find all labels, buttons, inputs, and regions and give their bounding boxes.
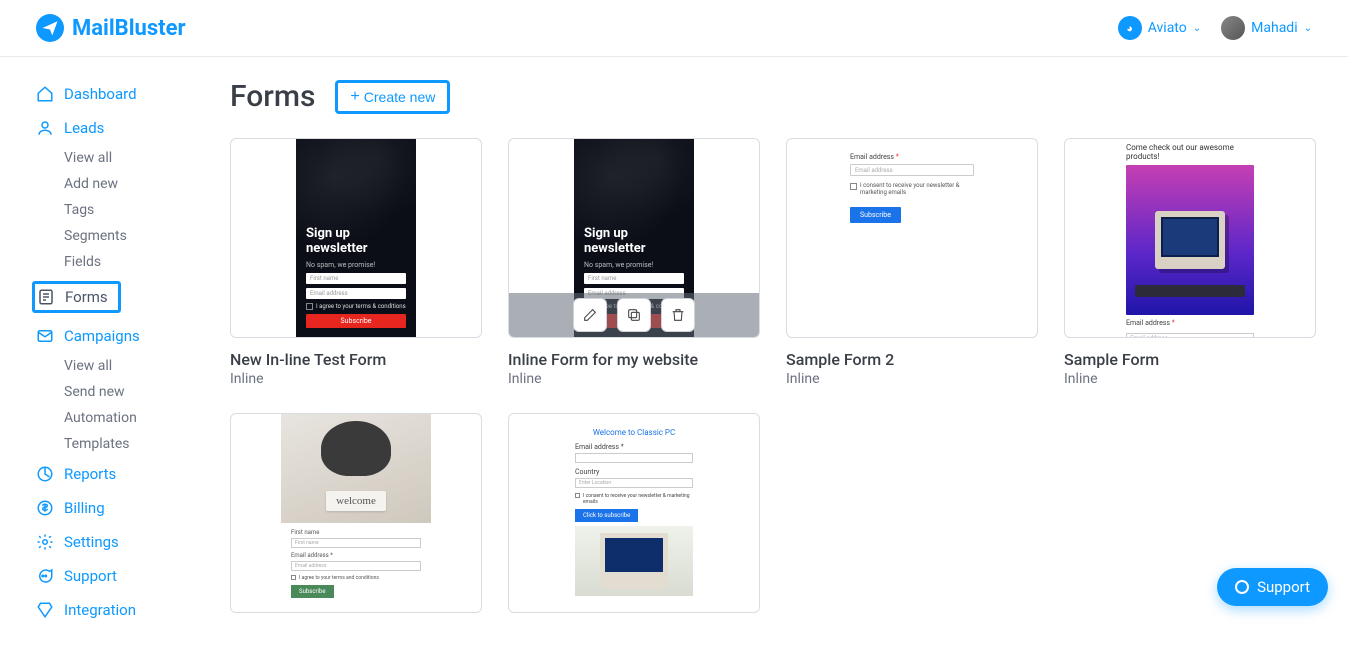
user-menu[interactable]: Mahadi ⌄ (1221, 16, 1312, 40)
sidebar-sub-camp-templates[interactable]: Templates (36, 431, 200, 457)
sidebar: Dashboard Leads View all Add new Tags Se… (0, 57, 200, 647)
form-title: Sample Form 2 (786, 350, 1038, 369)
sidebar-item-reports[interactable]: Reports (36, 457, 200, 491)
diamond-icon (36, 601, 54, 619)
brand-logo[interactable]: MailBluster (36, 14, 186, 42)
form-card: Come check out our awesome products! Ema… (1064, 138, 1316, 387)
avatar (1221, 16, 1245, 40)
chevron-down-icon: ⌄ (1304, 23, 1312, 34)
main-content: Forms + Create new Sign up newsletter No… (200, 57, 1348, 647)
sidebar-item-integration[interactable]: Integration (36, 593, 200, 627)
sidebar-sub-camp-view-all[interactable]: View all (36, 353, 200, 379)
form-thumbnail[interactable]: Email address * Email address I consent … (786, 138, 1038, 338)
copy-icon (626, 307, 642, 323)
paper-plane-icon (36, 14, 64, 42)
form-type: Inline (1064, 371, 1316, 387)
user-icon (36, 119, 54, 137)
sidebar-item-forms-highlight: Forms (32, 281, 121, 313)
sidebar-item-forms[interactable]: Forms (37, 288, 108, 306)
sidebar-sub-leads-tags[interactable]: Tags (36, 197, 200, 223)
sidebar-sub-leads-fields[interactable]: Fields (36, 249, 200, 275)
form-hover-actions (509, 293, 759, 337)
form-thumbnail[interactable]: Sign up newsletter No spam, we promise! … (230, 138, 482, 338)
chart-icon (36, 465, 54, 483)
chat-icon (36, 567, 54, 585)
form-card: Sign up newsletter No spam, we promise! … (508, 138, 760, 387)
sidebar-item-campaigns[interactable]: Campaigns (36, 319, 200, 353)
form-card: welcome First name First name Email addr… (230, 413, 482, 613)
form-card: Sign up newsletter No spam, we promise! … (230, 138, 482, 387)
sidebar-sub-camp-automation[interactable]: Automation (36, 405, 200, 431)
home-icon (36, 85, 54, 103)
duplicate-button[interactable] (617, 298, 651, 332)
form-card: Email address * Email address I consent … (786, 138, 1038, 387)
sidebar-item-settings[interactable]: Settings (36, 525, 200, 559)
edit-button[interactable] (573, 298, 607, 332)
form-type: Inline (786, 371, 1038, 387)
workspace-name: Aviato (1148, 20, 1187, 36)
sidebar-sub-camp-send-new[interactable]: Send new (36, 379, 200, 405)
form-thumbnail[interactable]: Come check out our awesome products! Ema… (1064, 138, 1316, 338)
sidebar-item-billing[interactable]: Billing (36, 491, 200, 525)
page-header: Forms + Create new (230, 79, 1318, 114)
form-title: Inline Form for my website (508, 350, 760, 369)
delete-button[interactable] (661, 298, 695, 332)
form-card: Welcome to Classic PC Email address * Co… (508, 413, 760, 613)
sidebar-sub-leads-segments[interactable]: Segments (36, 223, 200, 249)
workspace-switcher[interactable]: ◕ Aviato ⌄ (1118, 16, 1201, 40)
form-thumbnail[interactable]: welcome First name First name Email addr… (230, 413, 482, 613)
trash-icon (670, 307, 686, 323)
form-thumbnail[interactable]: Sign up newsletter No spam, we promise! … (508, 138, 760, 338)
chevron-down-icon: ⌄ (1193, 23, 1201, 34)
form-thumbnail[interactable]: Welcome to Classic PC Email address * Co… (508, 413, 760, 613)
sidebar-sub-leads-view-all[interactable]: View all (36, 145, 200, 171)
workspace-badge-icon: ◕ (1118, 16, 1142, 40)
pencil-icon (582, 307, 598, 323)
topbar: MailBluster ◕ Aviato ⌄ Mahadi ⌄ (0, 0, 1348, 57)
user-name: Mahadi (1251, 20, 1297, 36)
form-title: Sample Form (1064, 350, 1316, 369)
mail-icon (36, 327, 54, 345)
sidebar-sub-leads-add-new[interactable]: Add new (36, 171, 200, 197)
support-widget[interactable]: Support (1217, 568, 1328, 606)
brand-name: MailBluster (72, 16, 186, 41)
sidebar-item-support[interactable]: Support (36, 559, 200, 593)
dollar-icon (36, 499, 54, 517)
form-type: Inline (230, 371, 482, 387)
form-type: Inline (508, 371, 760, 387)
sidebar-item-dashboard[interactable]: Dashboard (36, 77, 200, 111)
sidebar-item-leads[interactable]: Leads (36, 111, 200, 145)
page-title: Forms (230, 79, 315, 114)
topbar-right: ◕ Aviato ⌄ Mahadi ⌄ (1118, 16, 1312, 40)
create-new-button[interactable]: + Create new (335, 80, 450, 114)
plus-icon: + (350, 89, 359, 105)
forms-grid: Sign up newsletter No spam, we promise! … (230, 138, 1318, 613)
gear-icon (36, 533, 54, 551)
support-dot-icon (1235, 580, 1249, 594)
form-title: New In-line Test Form (230, 350, 482, 369)
form-icon (37, 288, 55, 306)
